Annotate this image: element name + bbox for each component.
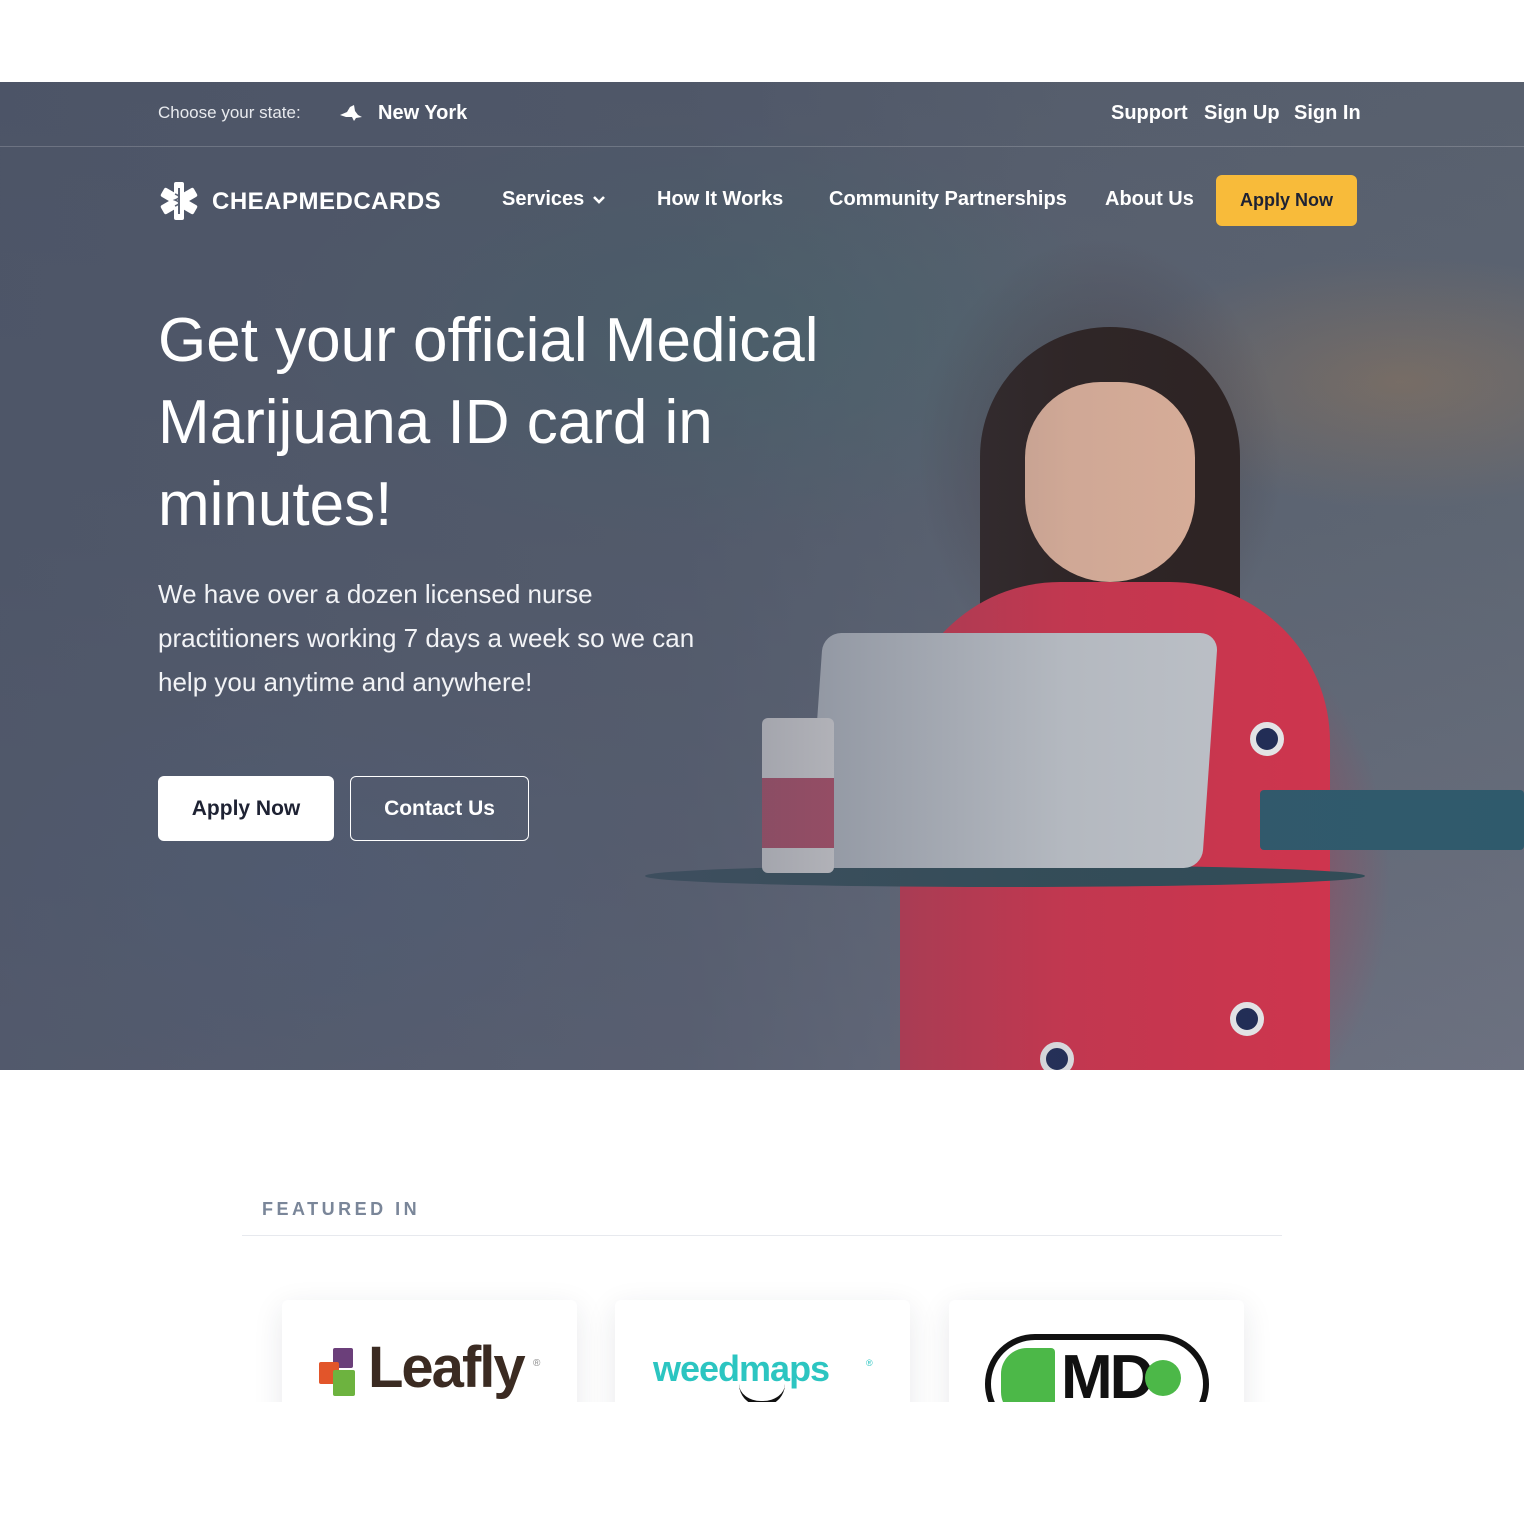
md-plus-icon (1145, 1360, 1181, 1396)
nav-community-partnerships[interactable]: Community Partnerships (829, 188, 1067, 211)
featured-in-heading: FEATURED IN (262, 1199, 421, 1219)
hero-apply-now-button[interactable]: Apply Now (158, 776, 334, 841)
state-selector[interactable]: New York (378, 102, 467, 125)
nav-how-it-works[interactable]: How It Works (657, 188, 783, 211)
hero-subtext: We have over a dozen licensed nurse prac… (158, 579, 695, 697)
chevron-down-icon[interactable] (592, 193, 606, 207)
featured-card-md[interactable]: MD (949, 1300, 1244, 1402)
leafly-wordmark: Leafly (368, 1335, 526, 1400)
nav-services[interactable]: Services (502, 188, 584, 211)
sign-up-link[interactable]: Sign Up (1204, 102, 1280, 125)
hero-contact-us-button[interactable]: Contact Us (350, 776, 529, 841)
md-snowflake-icon (1001, 1348, 1055, 1402)
new-york-state-icon[interactable] (338, 103, 362, 123)
featured-divider (242, 1235, 1282, 1236)
hero-headline: Get your official Medical Marijuana ID c… (158, 306, 819, 539)
support-link[interactable]: Support (1111, 102, 1188, 125)
site-logo-text[interactable]: CHEAPMEDCARDS (212, 188, 441, 216)
sign-in-link[interactable]: Sign In (1294, 102, 1361, 125)
featured-card-weedmaps[interactable]: weedmaps ® (615, 1300, 910, 1402)
state-label: Choose your state: (158, 103, 301, 122)
featured-card-leafly[interactable]: Leafly ® (282, 1300, 577, 1402)
md-wordmark: MD (1061, 1343, 1154, 1402)
registered-mark: ® (866, 1358, 873, 1368)
star-of-life-logo-icon[interactable] (158, 180, 200, 222)
weedmaps-smile-icon (739, 1384, 785, 1402)
leafly-logo-icon (319, 1348, 355, 1396)
nav-about-us[interactable]: About Us (1105, 188, 1194, 211)
nav-apply-now-button[interactable]: Apply Now (1216, 175, 1357, 226)
registered-mark: ® (533, 1358, 541, 1369)
featured-logos-row: Leafly ® weedmaps ® MD (230, 1260, 1300, 1402)
